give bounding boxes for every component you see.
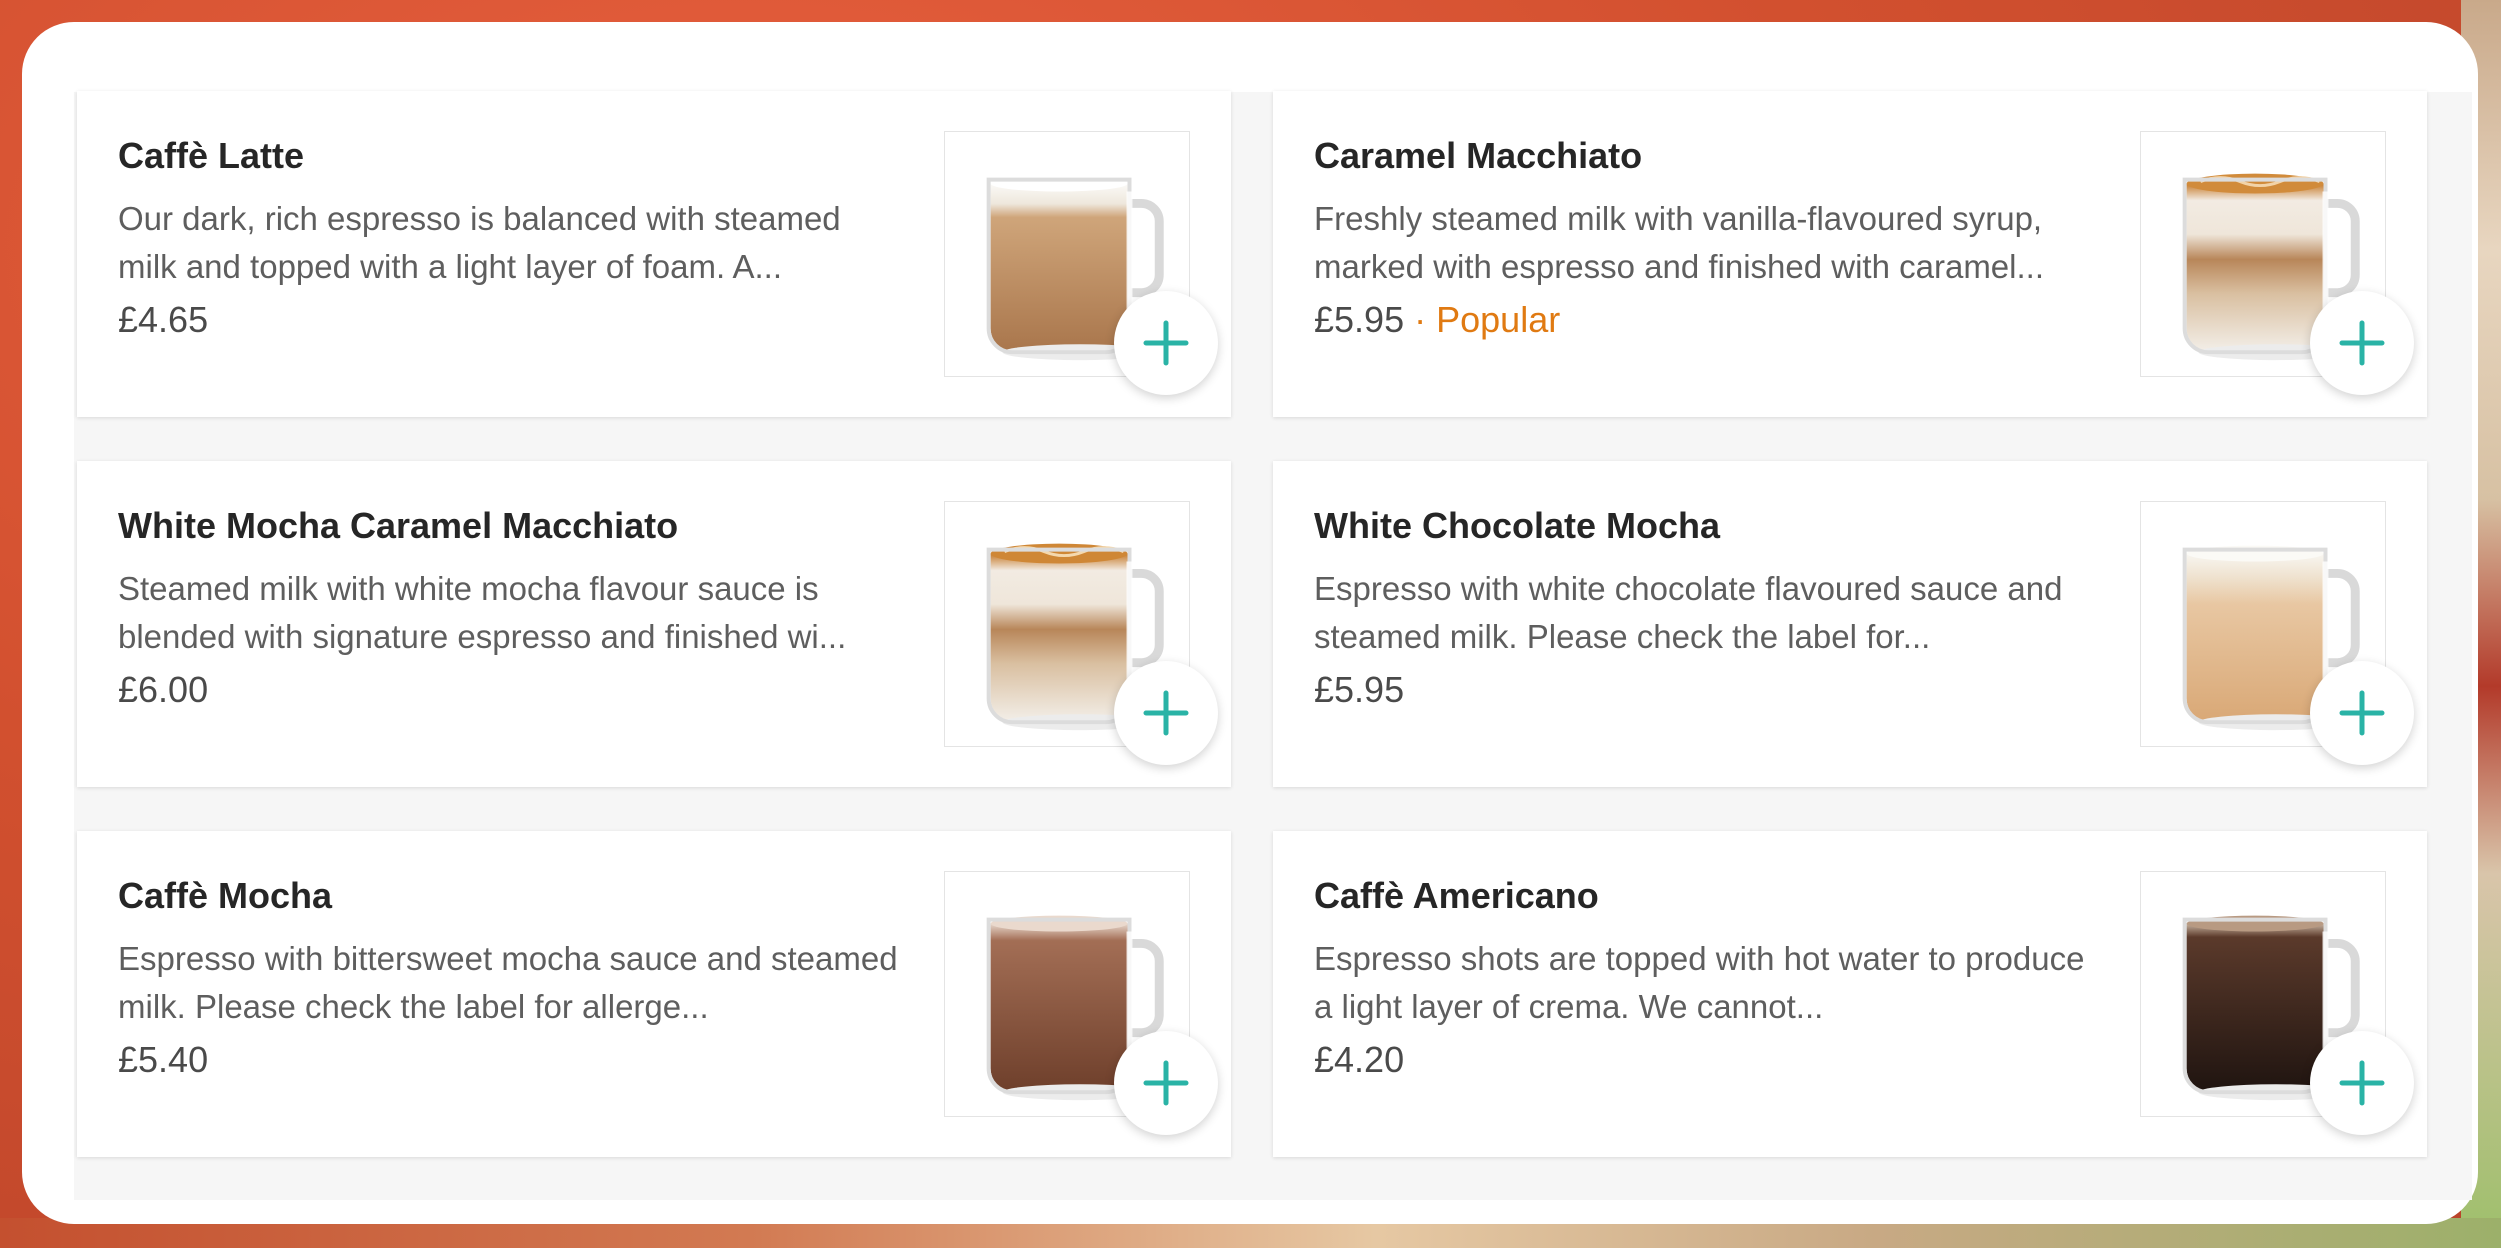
menu-item-card[interactable]: Caffè Mocha Espresso with bittersweet mo… xyxy=(77,831,1231,1157)
item-name: White Chocolate Mocha xyxy=(1314,505,1721,546)
item-price: £6.00 xyxy=(118,669,209,710)
item-name: Caramel Macchiato xyxy=(1314,135,1643,176)
menu-item-card[interactable]: Caffè Latte Our dark, rich espresso is b… xyxy=(77,91,1231,417)
item-price-line: £6.00 xyxy=(118,669,208,711)
menu-item-card[interactable]: Caffè Americano Espresso shots are toppe… xyxy=(1273,831,2427,1157)
item-price-line: £4.65 xyxy=(118,299,208,341)
item-price: £4.65 xyxy=(118,299,209,340)
item-price: £4.20 xyxy=(1314,1039,1405,1080)
item-price: £5.95 xyxy=(1314,669,1405,710)
plus-icon[interactable] xyxy=(2310,661,2414,765)
item-description: Espresso with white chocolate flavoured … xyxy=(1314,570,2063,655)
plus-icon[interactable] xyxy=(2310,1031,2414,1135)
menu-item-card[interactable]: Caramel Macchiato Freshly steamed milk w… xyxy=(1273,91,2427,417)
item-description: Our dark, rich espresso is balanced with… xyxy=(118,200,841,285)
item-description: Espresso shots are topped with hot water… xyxy=(1314,940,2085,1025)
plus-icon[interactable] xyxy=(1114,1031,1218,1135)
item-price-line: £4.20 xyxy=(1314,1039,1404,1081)
item-price-line: £5.40 xyxy=(118,1039,208,1081)
popular-badge: Popular xyxy=(1436,299,1561,340)
item-name: White Mocha Caramel Macchiato xyxy=(118,505,679,546)
plus-icon[interactable] xyxy=(1114,291,1218,395)
item-price-line: £5.95 · Popular xyxy=(1314,299,1560,341)
item-price: £5.40 xyxy=(118,1039,209,1080)
menu-item-card[interactable]: White Chocolate Mocha Espresso with whit… xyxy=(1273,461,2427,787)
item-description: Steamed milk with white mocha flavour sa… xyxy=(118,570,847,655)
item-name: Caffè Latte xyxy=(118,135,305,176)
item-description: Freshly steamed milk with vanilla-flavou… xyxy=(1314,200,2044,285)
menu-item-card[interactable]: White Mocha Caramel Macchiato Steamed mi… xyxy=(77,461,1231,787)
plus-icon[interactable] xyxy=(2310,291,2414,395)
item-name: Caffè Mocha xyxy=(118,875,333,916)
tag-separator: · xyxy=(1414,299,1427,340)
item-price-line: £5.95 xyxy=(1314,669,1404,711)
item-description: Espresso with bittersweet mocha sauce an… xyxy=(118,940,898,1025)
plus-icon[interactable] xyxy=(1114,661,1218,765)
item-name: Caffè Americano xyxy=(1314,875,1599,916)
item-price: £5.95 xyxy=(1314,299,1405,340)
